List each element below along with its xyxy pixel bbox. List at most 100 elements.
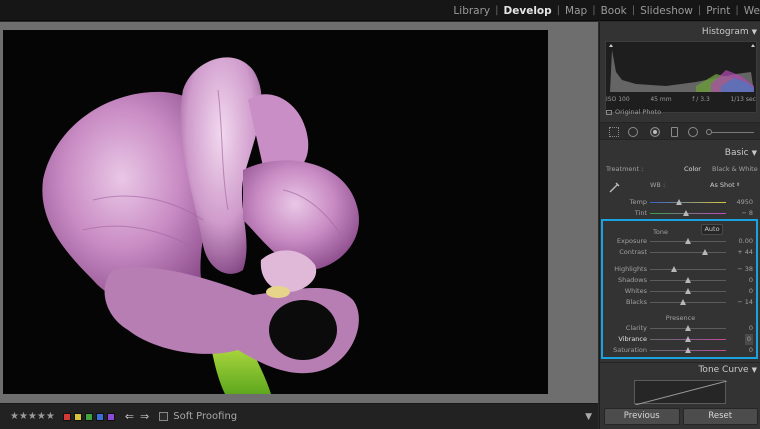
slider-label: Exposure	[616, 237, 647, 245]
graduated-filter-icon[interactable]	[671, 127, 678, 137]
slider-thumb[interactable]	[685, 277, 691, 283]
rating-stars[interactable]: ★★★★★	[10, 411, 55, 422]
slider-thumb[interactable]	[675, 199, 682, 205]
histogram-header[interactable]: Histogram ▼	[600, 25, 760, 39]
spot-removal-icon[interactable]	[628, 127, 638, 137]
tone-curve-title: Tone Curve	[698, 365, 749, 375]
wb-dropdown-icon[interactable]: ⬍	[736, 180, 740, 191]
nav-arrows: ⇐ ⇒	[125, 410, 155, 423]
panel-buttons: Previous Reset	[600, 405, 760, 429]
slider-thumb[interactable]	[685, 238, 691, 244]
slider-thumb[interactable]	[685, 288, 691, 294]
module-library[interactable]: Library	[448, 5, 495, 17]
module-web[interactable]: We	[739, 5, 760, 17]
slider-thumb[interactable]	[685, 336, 691, 342]
treatment-row: Treatment : Color Black & White	[600, 164, 760, 175]
auto-button[interactable]: Auto	[701, 224, 723, 235]
slider-exposure[interactable]: Exposure 0.00	[600, 236, 760, 247]
treatment-label: Treatment :	[606, 165, 644, 173]
color-label-swatch[interactable]	[106, 412, 115, 421]
module-map[interactable]: Map	[560, 5, 592, 17]
slider-value[interactable]: + 44	[737, 247, 753, 258]
slider-value[interactable]: 4950	[736, 197, 753, 208]
slider-value[interactable]: 0	[749, 345, 753, 356]
slider-thumb[interactable]	[679, 299, 686, 305]
tone-curve-graph[interactable]	[634, 380, 728, 406]
collapse-triangle-icon[interactable]: ▼	[752, 149, 757, 157]
slider-thumb[interactable]	[701, 249, 708, 255]
module-picker: Library | Develop | Map | Book | Slidesh…	[448, 0, 760, 21]
red-eye-icon[interactable]	[650, 127, 660, 137]
slider-value[interactable]: − 38	[737, 264, 753, 275]
wb-row: WB : As Shot ⬍	[600, 180, 760, 193]
slider-value[interactable]: 0	[749, 275, 753, 286]
collapse-triangle-icon[interactable]: ▼	[752, 366, 757, 374]
slider-value[interactable]: 0	[749, 286, 753, 297]
wb-eyedropper-icon[interactable]	[609, 181, 620, 193]
slider-value[interactable]: − 8	[741, 208, 753, 219]
slider-thumb[interactable]	[685, 325, 691, 331]
slider-label: Saturation	[613, 346, 647, 354]
treatment-color-option[interactable]: Color	[684, 164, 701, 175]
tone-curve-header[interactable]: Tone Curve ▼	[600, 362, 760, 376]
slider-thumb[interactable]	[670, 266, 677, 272]
next-arrow-icon[interactable]: ⇒	[140, 410, 149, 423]
original-photo-toggle[interactable]: Original Photo	[606, 108, 661, 116]
slider-label: Highlights	[614, 265, 647, 273]
color-label-swatch[interactable]	[84, 412, 93, 421]
slider-whites[interactable]: Whites 0	[600, 286, 760, 297]
slider-contrast[interactable]: Contrast + 44	[600, 247, 760, 258]
wb-value[interactable]: As Shot	[710, 180, 735, 191]
tool-slider[interactable]	[712, 132, 754, 133]
slider-track[interactable]	[650, 202, 726, 203]
slider-value[interactable]: 0	[744, 334, 753, 345]
module-book[interactable]: Book	[596, 5, 632, 17]
color-label-swatch[interactable]	[73, 412, 82, 421]
module-print[interactable]: Print	[701, 5, 735, 17]
toolbar-dropdown-icon[interactable]: ▼	[585, 412, 592, 422]
original-photo-checkbox[interactable]	[606, 109, 612, 115]
tool-strip	[600, 122, 760, 140]
slider-highlights[interactable]: Highlights − 38	[600, 264, 760, 275]
slider-value[interactable]: 0	[749, 323, 753, 334]
aperture-value: f / 3.3	[692, 96, 710, 103]
previous-arrow-icon[interactable]: ⇐	[125, 410, 134, 423]
slider-value[interactable]: 0.00	[739, 236, 753, 247]
color-label-swatch[interactable]	[62, 412, 71, 421]
soft-proofing-checkbox[interactable]	[159, 412, 169, 421]
wb-label: WB :	[650, 181, 666, 189]
slider-tint[interactable]: Tint − 8	[600, 208, 760, 219]
slider-label: Contrast	[619, 248, 647, 256]
module-develop[interactable]: Develop	[499, 5, 557, 17]
color-label-swatch[interactable]	[95, 412, 104, 421]
module-slideshow[interactable]: Slideshow	[635, 5, 698, 17]
presence-label: Presence	[665, 314, 696, 322]
radial-filter-icon[interactable]	[688, 127, 698, 137]
photo-canvas[interactable]	[0, 22, 598, 403]
reset-button[interactable]: Reset	[682, 408, 758, 425]
slider-label: Shadows	[617, 276, 647, 284]
slider-track[interactable]	[650, 252, 726, 253]
slider-shadows[interactable]: Shadows 0	[600, 275, 760, 286]
histogram-graph	[609, 44, 755, 92]
slider-thumb[interactable]	[685, 347, 691, 353]
slider-saturation[interactable]: Saturation 0	[600, 345, 760, 356]
slider-track[interactable]	[650, 269, 726, 270]
previous-button[interactable]: Previous	[604, 408, 680, 425]
slider-track[interactable]	[650, 302, 726, 303]
collapse-triangle-icon[interactable]: ▼	[752, 28, 757, 36]
slider-label: Clarity	[625, 324, 647, 332]
treatment-bw-option[interactable]: Black & White	[712, 164, 758, 175]
slider-thumb[interactable]	[683, 210, 690, 216]
slider-clarity[interactable]: Clarity 0	[600, 323, 760, 334]
slider-label: Temp	[629, 198, 647, 206]
slider-temp[interactable]: Temp 4950	[600, 197, 760, 208]
slider-vibrance[interactable]: Vibrance 0	[600, 334, 760, 345]
slider-blacks[interactable]: Blacks − 14	[600, 297, 760, 308]
basic-title: Basic	[724, 148, 749, 158]
basic-header[interactable]: Basic ▼	[600, 146, 760, 160]
slider-value[interactable]: − 14	[737, 297, 753, 308]
crop-overlay-icon[interactable]	[609, 127, 619, 137]
iris-flower-photo[interactable]	[3, 30, 548, 394]
iso-value: ISO 100	[606, 96, 630, 103]
